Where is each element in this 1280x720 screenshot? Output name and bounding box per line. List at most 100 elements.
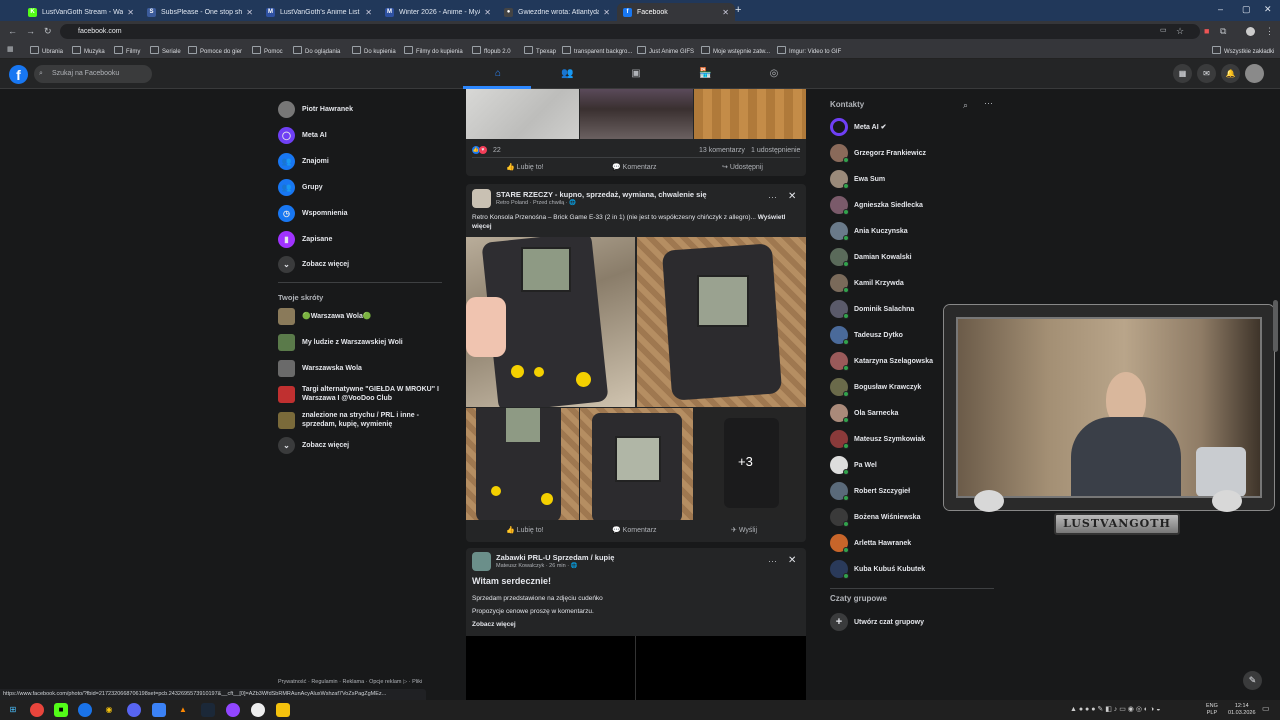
left-nav-item[interactable]: 👥 Znajomi (278, 151, 329, 171)
send-button[interactable]: ✈ Wyślij (731, 526, 757, 534)
bookmark-item[interactable]: Muzyka (72, 46, 105, 55)
new-tab-button[interactable]: + (735, 4, 741, 16)
menu-dots-icon[interactable]: ⋮ (1265, 26, 1274, 37)
more-options-icon[interactable]: ⋯ (768, 556, 777, 567)
like-button[interactable]: 👍 Lubię to! (506, 526, 544, 534)
post-photo[interactable] (694, 89, 806, 139)
page-scrollbar[interactable] (1273, 300, 1278, 352)
back-icon[interactable]: ← (8, 26, 17, 36)
group-name[interactable]: STARE RZECZY - kupno, sprzedaż, wymiana,… (496, 190, 707, 199)
post-photo[interactable] (466, 89, 579, 139)
share-button[interactable]: ↪ Udostępnij (722, 163, 763, 171)
bookmark-star-icon[interactable]: ☆ (1176, 26, 1184, 37)
extension-icon[interactable]: ■ (1204, 26, 1209, 36)
post-photo[interactable] (466, 237, 635, 407)
tray-icons[interactable]: ▲ ● ● ● ✎ ◧ ♪ ▭ ◉ ◎ ◐ ◑ ◒ (1070, 705, 1160, 713)
footer-links[interactable]: Prywatność · Regulamin · Reklama · Opcje… (278, 679, 422, 685)
close-tab-icon[interactable]: ✕ (722, 8, 729, 17)
post-photo[interactable] (637, 237, 806, 407)
close-tab-icon[interactable]: ✕ (484, 8, 491, 17)
close-icon[interactable]: ✕ (788, 191, 796, 202)
contact-item[interactable]: Meta AI ✔ (830, 117, 886, 137)
bookmark-item[interactable]: Filmy do kupienia (404, 46, 463, 55)
post-photo[interactable] (580, 408, 693, 520)
facebook-search-input[interactable]: ⌕ Szukaj na Facebooku (34, 65, 152, 83)
bookmark-item[interactable]: Tpexap (524, 46, 556, 55)
forward-icon[interactable]: → (26, 26, 35, 36)
left-nav-item[interactable]: Piotr Hawranek (278, 99, 353, 119)
facebook-logo[interactable]: f (9, 65, 28, 84)
post-photo[interactable] (466, 408, 579, 520)
shortcut-item[interactable]: znalezione na strychu / PRL i inne - spr… (278, 410, 443, 430)
discord-icon[interactable] (127, 703, 141, 717)
left-nav-item[interactable]: ◯ Meta AI (278, 125, 327, 145)
contact-item[interactable]: Ola Sarnecka (830, 403, 898, 423)
extensions-puzzle-icon[interactable]: ⧉ (1220, 26, 1226, 37)
browser-tab[interactable]: f Facebook ✕ (617, 3, 735, 21)
notifications-bell-icon[interactable]: 🔔 (1221, 64, 1240, 83)
app-icon[interactable]: ◉ (102, 703, 116, 717)
bookmark-item[interactable]: Do oglądania (293, 46, 340, 55)
browser-tab[interactable]: M LustVanGoth's Anime List - My ✕ (260, 3, 378, 21)
contact-item[interactable]: Grzegorz Frankiewicz (830, 143, 926, 163)
post-author[interactable]: Mateusz Kowalczyk · 26 min · 🌐 (496, 563, 577, 569)
comment-button[interactable]: 💬 Komentarz (612, 526, 657, 534)
contact-item[interactable]: Agnieszka Siedlecka (830, 195, 923, 215)
app-icon[interactable] (226, 703, 240, 717)
group-avatar[interactable] (472, 552, 491, 571)
contact-item[interactable]: Bożena Wiśniewska (830, 507, 920, 527)
bookmark-item[interactable]: Moje wstępnie zatw... (701, 46, 770, 55)
bookmark-item[interactable]: Pomoc (252, 46, 283, 55)
contact-item[interactable]: Ania Kuczynska (830, 221, 908, 241)
contact-item[interactable]: Pa Wel (830, 455, 877, 475)
bookmark-item[interactable]: Ubrania (30, 46, 63, 55)
close-tab-icon[interactable]: ✕ (365, 8, 372, 17)
extra-photos-count[interactable]: +3 (738, 454, 753, 469)
new-message-button[interactable]: ✎ (1243, 671, 1262, 690)
bookmark-item[interactable]: Do kupienia (352, 46, 396, 55)
share-count[interactable]: 1 udostępnienie (751, 147, 800, 154)
browser-tab[interactable]: K LustVanGoth Stream - Watch Li✕ (22, 3, 140, 21)
gaming-icon[interactable]: ◎ (768, 68, 780, 80)
shortcut-item[interactable]: Warszawska Wola (278, 358, 443, 378)
shortcut-item[interactable]: 🟢Warszawa Wola🟢 (278, 306, 443, 326)
chrome-profile-icon[interactable] (78, 703, 92, 717)
video-icon[interactable]: ▣ (630, 68, 642, 80)
url-bar[interactable]: facebook.com (60, 24, 1200, 39)
file-explorer-icon[interactable] (276, 703, 290, 717)
contact-item[interactable]: Bogusław Krawczyk (830, 377, 921, 397)
contact-item[interactable]: Tadeusz Dytko (830, 325, 903, 345)
language-indicator[interactable]: ENG PLP (1206, 703, 1218, 717)
steam-icon[interactable] (201, 703, 215, 717)
left-nav-item[interactable]: ▮ Zapisane (278, 229, 332, 249)
bookmark-item[interactable]: transparent backgro... (562, 46, 632, 55)
maximize-button[interactable]: ▢ (1242, 4, 1251, 15)
comment-button[interactable]: 💬 Komentarz (612, 163, 657, 171)
install-icon[interactable]: ▭ (1160, 26, 1167, 34)
marketplace-icon[interactable]: 🏪 (699, 68, 711, 80)
start-icon[interactable]: ⊞ (6, 703, 20, 717)
group-name[interactable]: Zabawki PRL-U Sprzedam / kupię (496, 553, 614, 562)
home-icon[interactable]: ⌂ (492, 68, 504, 80)
bookmark-item[interactable]: Seriale (150, 46, 181, 55)
close-tab-icon[interactable]: ✕ (246, 8, 253, 17)
clock[interactable]: 12:14 01.03.2026 (1228, 703, 1256, 717)
browser-tab[interactable]: ● Gwiezdne wrota: Atlantyda / St✕ (498, 3, 616, 21)
contact-item[interactable]: Arletta Hawranek (830, 533, 911, 553)
left-nav-item[interactable]: 👥 Grupy (278, 177, 323, 197)
see-more-link[interactable]: Zobacz więcej (472, 621, 516, 628)
bookmark-item[interactable]: ffopub 2.0 (472, 46, 511, 55)
contact-item[interactable]: Kamil Krzywda (830, 273, 904, 293)
minimize-button[interactable]: – (1218, 4, 1223, 14)
contact-item[interactable]: Katarzyna Szelagowska (830, 351, 933, 371)
more-options-icon[interactable]: ⋯ (984, 98, 993, 109)
bookmark-item[interactable]: Imgur: Video to GIF (777, 46, 841, 55)
contact-item[interactable]: Kuba Kubuś Kubutek (830, 559, 925, 579)
app-icon[interactable] (152, 703, 166, 717)
notifications-icon[interactable]: ▭ (1262, 704, 1270, 713)
close-tab-icon[interactable]: ✕ (127, 8, 134, 17)
account-avatar[interactable] (1245, 64, 1264, 83)
post-photo[interactable] (466, 636, 806, 700)
search-contacts-icon[interactable]: ⌕ (963, 100, 968, 111)
close-icon[interactable]: ✕ (788, 555, 796, 566)
